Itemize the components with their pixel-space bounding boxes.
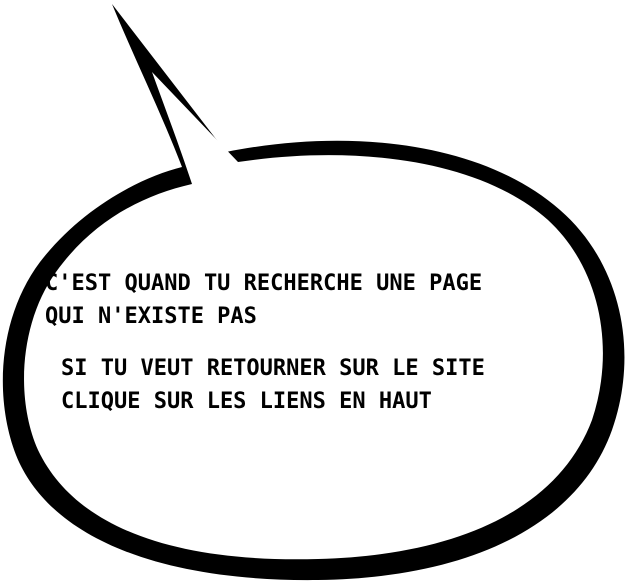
message-line-4: CLIQUE SUR LES LIENS EN HAUT	[61, 389, 432, 414]
message-line-3: SI TU VEUT RETOURNER SUR LE SITE	[61, 356, 485, 381]
message-instructions: SI TU VEUT RETOURNER SUR LE SITE CLIQUE …	[61, 352, 485, 418]
message-line-2: QUI N'EXISTE PAS	[45, 304, 257, 329]
message-title: C'EST QUAND TU RECHERCHE UNE PAGE QUI N'…	[45, 267, 482, 333]
message-line-1: C'EST QUAND TU RECHERCHE UNE PAGE	[45, 271, 483, 296]
